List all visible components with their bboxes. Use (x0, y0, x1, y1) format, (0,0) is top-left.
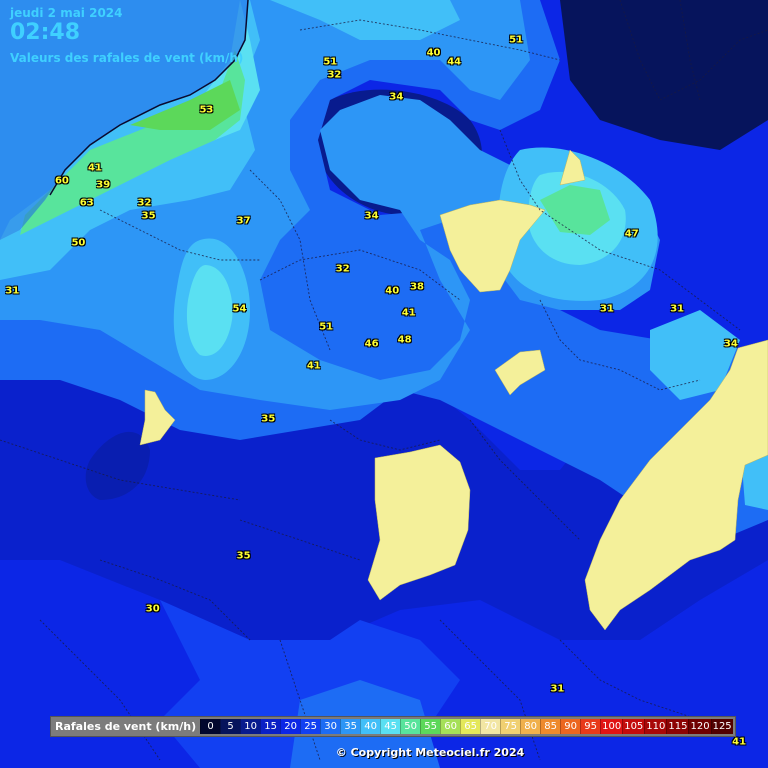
legend-swatch: 40 (360, 719, 381, 734)
gust-value-label: 63 (79, 197, 94, 209)
map-date: jeudi 2 mai 2024 (10, 6, 123, 20)
gust-value-label: 54 (232, 303, 247, 315)
gust-value-label: 51 (509, 34, 524, 46)
gust-value-label: 35 (141, 210, 156, 222)
gust-value-label: 41 (87, 162, 102, 174)
gust-value-label: 51 (319, 321, 334, 333)
gust-value-label: 37 (236, 215, 251, 227)
gust-value-label: 32 (335, 263, 350, 275)
legend-swatch: 70 (480, 719, 501, 734)
legend-swatch: 45 (380, 719, 401, 734)
gust-value-label: 34 (723, 338, 738, 350)
legend-swatch: 35 (340, 719, 361, 734)
gust-value-label: 50 (71, 237, 86, 249)
gust-value-label: 48 (397, 334, 412, 346)
legend-swatch: 30 (320, 719, 341, 734)
gust-value-label: 47 (624, 228, 639, 240)
gust-value-label: 38 (410, 281, 424, 293)
gust-value-label: 32 (137, 197, 152, 209)
gust-value-label: 31 (599, 303, 614, 315)
legend-swatch: 105 (622, 719, 645, 734)
gust-value-label: 40 (385, 285, 400, 297)
legend-swatch: 0 (200, 719, 221, 734)
map-time: 02:48 (10, 20, 81, 45)
legend-swatch: 65 (460, 719, 481, 734)
gust-value-label: 35 (261, 413, 276, 425)
gust-value-label: 34 (364, 210, 379, 222)
gust-value-label: 39 (96, 179, 111, 191)
gust-value-label: 35 (236, 550, 251, 562)
gust-value-label: 31 (670, 303, 685, 315)
gust-value-label: 31 (550, 683, 565, 695)
gust-value-label: 41 (401, 307, 416, 319)
map-background (0, 0, 768, 768)
wind-gust-map[interactable]: jeudi 2 mai 2024 02:48 Valeurs des rafal… (0, 0, 768, 768)
legend-swatch: 90 (560, 719, 581, 734)
legend-swatch: 20 (280, 719, 301, 734)
gust-value-label: 32 (327, 69, 342, 81)
legend-swatch: 10 (240, 719, 261, 734)
legend-swatch: 125 (710, 719, 733, 734)
map-subtitle: Valeurs des rafales de vent (km/h) (10, 51, 244, 65)
legend-swatch: 100 (600, 719, 623, 734)
legend-swatch: 60 (440, 719, 461, 734)
copyright: © Copyright Meteociel.fr 2024 (335, 746, 525, 759)
gust-value-label: 60 (54, 175, 69, 187)
gust-value-label: 30 (145, 603, 160, 615)
legend-swatch: 120 (688, 719, 711, 734)
gust-value-label: 51 (323, 56, 338, 68)
gust-value-label: 53 (199, 104, 214, 116)
legend-swatches: 0 5 10 15 20 25 30 35 40 45 50 55 60 65 70 75 80 85 90 95 10… (200, 719, 733, 734)
legend-swatch: 50 (400, 719, 421, 734)
legend-title: Rafales de vent (km/h) (55, 720, 197, 733)
gust-value-label: 40 (426, 47, 441, 59)
legend-swatch: 110 (644, 719, 667, 734)
legend-swatch: 25 (300, 719, 321, 734)
gust-value-label: 31 (5, 285, 20, 297)
gust-value-label: 34 (389, 91, 404, 103)
legend-swatch: 5 (220, 719, 241, 734)
gust-value-label: 46 (364, 338, 379, 350)
legend-swatch: 75 (500, 719, 521, 734)
legend-swatch: 85 (540, 719, 561, 734)
gust-value-label: 44 (447, 56, 462, 68)
legend-swatch: 115 (666, 719, 689, 734)
legend-swatch: 55 (420, 719, 441, 734)
color-legend: Rafales de vent (km/h) 0 5 10 15 20 25 30 35 40 4… (50, 716, 736, 737)
legend-swatch: 15 (260, 719, 281, 734)
legend-swatch: 95 (580, 719, 601, 734)
gust-value-label: 41 (306, 360, 321, 372)
legend-swatch: 80 (520, 719, 541, 734)
